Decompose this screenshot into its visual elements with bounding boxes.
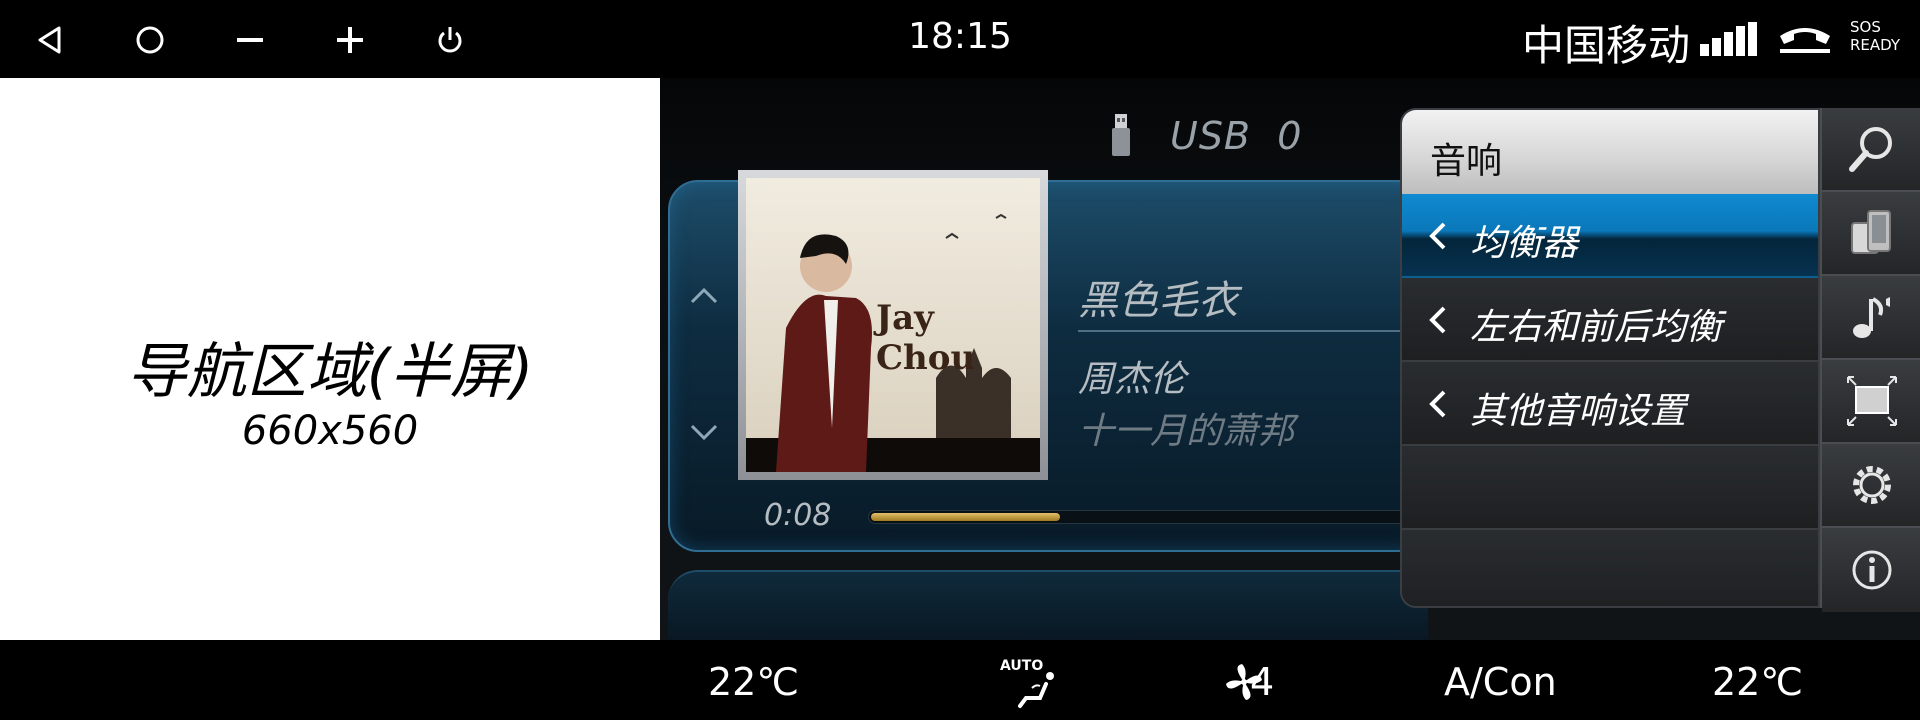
settings-button[interactable]: [1822, 444, 1920, 528]
phone-link-button[interactable]: [1822, 192, 1920, 276]
progress-fill: [871, 513, 1060, 521]
screen-fullscreen-icon: [1847, 376, 1897, 426]
fullscreen-button[interactable]: [1822, 360, 1920, 444]
artist-name: 周杰伦: [1078, 359, 1187, 400]
carrier-name: 中国移动: [1522, 21, 1691, 70]
elapsed-time: 0:08: [764, 498, 832, 533]
usb-icon: [1112, 114, 1130, 158]
menu-item-equalizer[interactable]: 均衡器: [1402, 194, 1818, 278]
phone-link-icon: [1851, 210, 1891, 254]
album-art-text: Jay Chou: [876, 298, 976, 378]
audio-menu-header: 音响: [1402, 110, 1818, 194]
music-button[interactable]: [1822, 276, 1920, 360]
home-circle-icon[interactable]: [128, 18, 172, 62]
sos-status: SOS READY: [1850, 18, 1901, 54]
phone-hangup-icon[interactable]: [1776, 22, 1834, 56]
clock: 18:15: [908, 16, 1012, 57]
power-icon[interactable]: [428, 18, 472, 62]
chevron-left-icon: [1429, 390, 1446, 418]
menu-item-balance-fader[interactable]: 左右和前后均衡: [1402, 278, 1818, 362]
right-toolbar: [1820, 108, 1920, 612]
menu-item-other-audio-settings[interactable]: 其他音响设置: [1402, 362, 1818, 446]
progress-bar[interactable]: [868, 510, 1428, 524]
menu-item-label: 均衡器: [1470, 223, 1579, 264]
info-button[interactable]: [1822, 528, 1920, 612]
next-card: [668, 570, 1428, 650]
chevron-left-icon: [1429, 222, 1446, 250]
climate-bar: 22℃ AUTO 4 A/Con 22℃: [0, 640, 1920, 720]
audio-menu: 音响 均衡器 左右和前后均衡 其他音响设置: [1400, 108, 1820, 608]
navigation-area[interactable]: 导航区域(半屏) 660x560: [0, 78, 660, 640]
media-source: USB 0: [1170, 114, 1303, 158]
previous-track-arrow-icon[interactable]: [688, 284, 720, 308]
menu-item-label: 左右和前后均衡: [1470, 307, 1723, 348]
ac-button[interactable]: A/Con: [1444, 660, 1557, 704]
menu-item-label: 其他音响设置: [1470, 391, 1687, 432]
song-title: 黑色毛衣: [1078, 278, 1238, 324]
menu-item-empty: [1402, 446, 1818, 530]
volume-down-icon[interactable]: [228, 18, 272, 62]
next-track-arrow-icon[interactable]: [688, 420, 720, 444]
music-note-icon: [1853, 297, 1890, 338]
status-bar: 18:15 中国移动 SOS READY: [0, 0, 1920, 78]
navigation-size-label: 660x560: [241, 408, 419, 454]
back-triangle-icon[interactable]: [28, 18, 72, 62]
fan-level: 4: [1250, 660, 1275, 704]
album-name: 十一月的萧邦: [1078, 411, 1295, 452]
title-divider: [1078, 330, 1438, 332]
airflow-seat-icon[interactable]: [996, 654, 1066, 710]
volume-up-icon[interactable]: [328, 18, 372, 62]
menu-item-empty: [1402, 530, 1818, 606]
chevron-left-icon: [1429, 306, 1446, 334]
temperature-left[interactable]: 22℃: [708, 660, 799, 704]
audio-menu-title: 音响: [1430, 141, 1503, 182]
info-icon: [1852, 550, 1892, 590]
temperature-right[interactable]: 22℃: [1712, 660, 1803, 704]
search-icon: [1849, 127, 1892, 172]
signal-bars-icon: [1700, 22, 1758, 56]
gear-icon: [1853, 466, 1891, 504]
album-art: Jay Chou: [738, 170, 1048, 480]
navigation-title: 导航区域(半屏): [126, 337, 534, 407]
search-button[interactable]: [1822, 108, 1920, 192]
